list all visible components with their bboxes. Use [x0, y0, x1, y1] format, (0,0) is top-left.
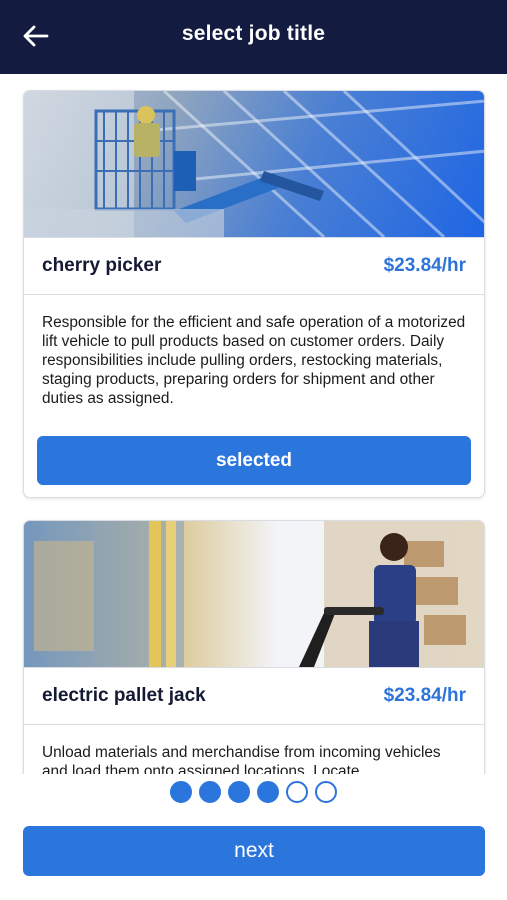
job-card-electric-pallet-jack[interactable]: electric pallet jack $23.84/hr Unload ma… [23, 520, 485, 774]
page-dot [315, 781, 337, 803]
job-image-cherry-picker [24, 91, 484, 237]
page-title: select job title [181, 22, 326, 45]
job-rate: $23.84/hr [383, 685, 466, 706]
cherry-picker-illustration [24, 91, 484, 237]
job-list[interactable]: cherry picker $23.84/hr Responsible for … [0, 74, 507, 774]
top-bar: select job title [0, 0, 507, 74]
pallet-jack-illustration [24, 521, 484, 667]
page-indicator [0, 781, 507, 805]
page-dot [286, 781, 308, 803]
job-header: cherry picker $23.84/hr [24, 237, 484, 295]
job-name: cherry picker [42, 255, 162, 276]
job-name: electric pallet jack [42, 685, 206, 706]
job-description: Unload materials and merchandise from in… [42, 744, 441, 774]
page-dot [257, 781, 279, 803]
select-job-button[interactable]: selected [37, 436, 471, 485]
job-description: Responsible for the efficient and safe o… [42, 314, 466, 407]
job-header: electric pallet jack $23.84/hr [24, 667, 484, 725]
page-dot [228, 781, 250, 803]
page-dot [170, 781, 192, 803]
job-image-electric-pallet-jack [24, 521, 484, 667]
job-rate: $23.84/hr [383, 255, 466, 276]
page-dot [199, 781, 221, 803]
next-button[interactable]: next [23, 826, 485, 876]
job-card-cherry-picker[interactable]: cherry picker $23.84/hr Responsible for … [23, 90, 485, 498]
